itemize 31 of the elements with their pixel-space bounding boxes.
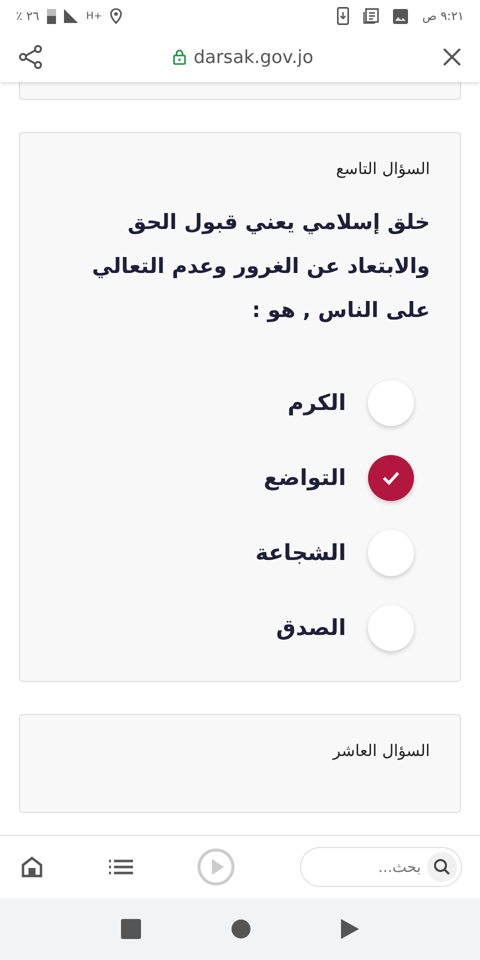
home-icon[interactable] [231,919,251,939]
option-label: الصدق [276,616,346,640]
image-icon [393,8,408,24]
page-url: darsak.gov.jo [194,46,314,68]
radio-button[interactable] [368,605,414,651]
option-label: التواضع [264,466,346,490]
search-field[interactable]: بحث... [300,847,462,887]
location-icon [110,8,122,24]
radio-button[interactable] [368,530,414,576]
option-label: الكرم [288,390,346,416]
list-icon[interactable] [108,858,133,876]
question-text: خلق إسلامي يعني قبول الحق والابتعاد عن الغرور وعدم التعالي على الناس , هو : [91,209,430,324]
question-title: السؤال التاسع [335,159,430,178]
battery-percent: ٢٦ ٪ [16,9,40,23]
radio-button[interactable] [368,455,414,501]
network-type: H+ [86,10,102,22]
close-icon[interactable] [442,47,462,67]
option-label: الشجاعة [255,540,346,566]
back-icon[interactable] [341,919,359,939]
home-icon[interactable] [20,855,44,879]
search-icon[interactable] [432,858,451,876]
question-title: السؤال العاشر [331,741,430,760]
lock-icon [172,49,186,65]
signal-icon [64,9,78,23]
battery-icon [47,8,56,24]
check-icon [382,471,400,485]
news-icon [363,8,380,24]
clock-time: ٩:٢١ ص [422,9,464,23]
share-icon[interactable] [18,44,44,70]
radio-button[interactable] [368,380,414,426]
download-icon [337,7,350,25]
